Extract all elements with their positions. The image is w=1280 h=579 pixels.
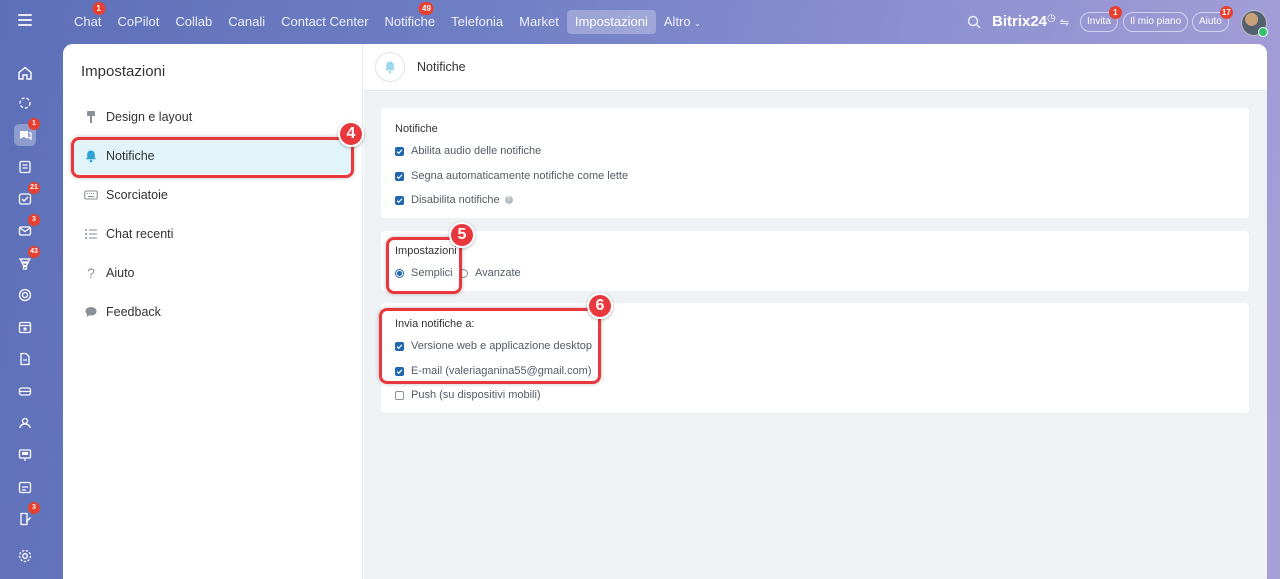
edit-document-icon[interactable]: 3 — [14, 502, 40, 530]
nav-altro[interactable]: Altro ⌄ — [656, 10, 709, 35]
checkbox[interactable] — [395, 171, 404, 181]
nav-market[interactable]: Market — [511, 10, 567, 34]
nav-telefonia[interactable]: Telefonia — [443, 10, 511, 34]
avatar[interactable] — [1241, 10, 1268, 37]
left-rail: 1 21 3 43 3 — [0, 50, 50, 579]
callout-box-6 — [379, 308, 601, 384]
booking-icon[interactable] — [14, 476, 36, 498]
option-auto-read[interactable]: Segna automaticamente notifiche come let… — [395, 170, 628, 182]
settings-sidebar: Impostazioni Design e layout Notifiche S… — [63, 44, 363, 579]
sidebar-item-aiuto[interactable]: ? Aiuto — [73, 255, 351, 291]
mail-icon[interactable]: 3 — [14, 214, 40, 242]
tasks-icon[interactable]: 21 — [14, 182, 40, 210]
copilot-icon[interactable] — [14, 92, 36, 114]
content-header: Notifiche — [364, 44, 1267, 91]
callout-number-4: 4 — [338, 121, 364, 147]
presentation-icon[interactable] — [14, 444, 36, 466]
my-plan-button[interactable]: Il mio piano — [1123, 12, 1189, 32]
document-icon[interactable] — [14, 348, 36, 370]
brand-logo[interactable]: Bitrix24◷ ⇋ — [992, 13, 1069, 30]
settings-icon[interactable] — [14, 545, 36, 567]
help-icon[interactable]: ? — [504, 196, 513, 204]
swap-icon: ⇋ — [1059, 17, 1069, 29]
sidebar-item-design[interactable]: Design e layout — [73, 99, 351, 135]
sidebar-item-scorciatoie[interactable]: Scorciatoie — [73, 177, 351, 213]
nav-canali[interactable]: Canali — [220, 10, 273, 34]
speech-bubble-icon — [83, 304, 99, 320]
help-badge: 17 — [1219, 6, 1233, 19]
sidebar-item-label: Feedback — [106, 305, 161, 319]
target-icon[interactable] — [14, 284, 36, 306]
nav-copilot[interactable]: CoPilot — [109, 10, 167, 34]
nav-chat[interactable]: Chat 1 — [66, 2, 109, 34]
sidebar-item-label: Aiuto — [106, 266, 135, 280]
nav-collab[interactable]: Collab — [167, 10, 220, 34]
feed-icon[interactable] — [14, 156, 36, 178]
menu-icon[interactable] — [18, 14, 32, 26]
sidebar-item-label: Chat recenti — [106, 227, 174, 241]
drive-icon[interactable] — [14, 380, 36, 402]
keyboard-icon — [83, 187, 99, 203]
sidebar-item-feedback[interactable]: Feedback — [73, 294, 351, 330]
callout-number-6: 6 — [587, 293, 613, 319]
checkbox[interactable] — [395, 146, 404, 156]
chevron-down-icon: ⌄ — [693, 17, 702, 28]
settings-panel: Impostazioni Design e layout Notifiche S… — [63, 44, 1267, 579]
card-title: Notifiche — [395, 123, 438, 135]
brush-icon — [83, 109, 99, 125]
callout-number-5: 5 — [449, 222, 475, 248]
sidebar-item-label: Design e layout — [106, 110, 193, 124]
chat-icon[interactable]: 1 — [14, 118, 40, 146]
calendar-icon[interactable] — [14, 316, 36, 338]
notifications-card: Notifiche Abilita audio delle notifiche … — [381, 108, 1249, 218]
clock-icon: ◷ — [1047, 13, 1056, 24]
top-nav: Chat 1 CoPilot Collab Canali Contact Cent… — [66, 2, 709, 35]
option-disable[interactable]: Disabilita notifiche ? — [395, 194, 513, 206]
help-button[interactable]: Aiuto 17 — [1192, 6, 1233, 32]
nav-badge: 49 — [419, 2, 434, 15]
checkbox[interactable] — [395, 390, 404, 400]
bell-icon — [375, 52, 405, 82]
callout-box-4 — [71, 137, 354, 178]
list-icon — [83, 226, 99, 242]
sidebar-item-chat-recenti[interactable]: Chat recenti — [73, 216, 351, 252]
sidebar-title: Impostazioni — [81, 63, 166, 80]
mode-card: Impostazioni Semplici Avanzate — [381, 231, 1249, 291]
crm-icon[interactable]: 43 — [14, 246, 40, 274]
users-icon[interactable] — [14, 412, 36, 434]
option-audio[interactable]: Abilita audio delle notifiche — [395, 145, 541, 157]
nav-contact-center[interactable]: Contact Center — [273, 10, 376, 34]
invite-badge: 1 — [1108, 6, 1122, 19]
sidebar-item-label: Scorciatoie — [106, 188, 168, 202]
home-icon[interactable] — [14, 62, 36, 84]
page-title: Notifiche — [417, 60, 466, 74]
callout-box-5 — [386, 237, 462, 294]
option-push[interactable]: Push (su dispositivi mobili) — [395, 389, 541, 401]
top-bar: Chat 1 CoPilot Collab Canali Contact Cent… — [0, 0, 1280, 44]
option-avanzate[interactable]: Avanzate — [459, 267, 521, 279]
play-icon — [1258, 27, 1268, 37]
nav-impostazioni[interactable]: Impostazioni — [566, 10, 656, 34]
search-icon[interactable] — [967, 15, 981, 29]
checkbox[interactable] — [395, 195, 404, 205]
nav-notifiche[interactable]: Notifiche 49 — [377, 2, 444, 34]
invite-button[interactable]: Invita 1 — [1080, 6, 1122, 32]
question-icon: ? — [87, 265, 95, 281]
nav-badge: 1 — [92, 2, 106, 15]
